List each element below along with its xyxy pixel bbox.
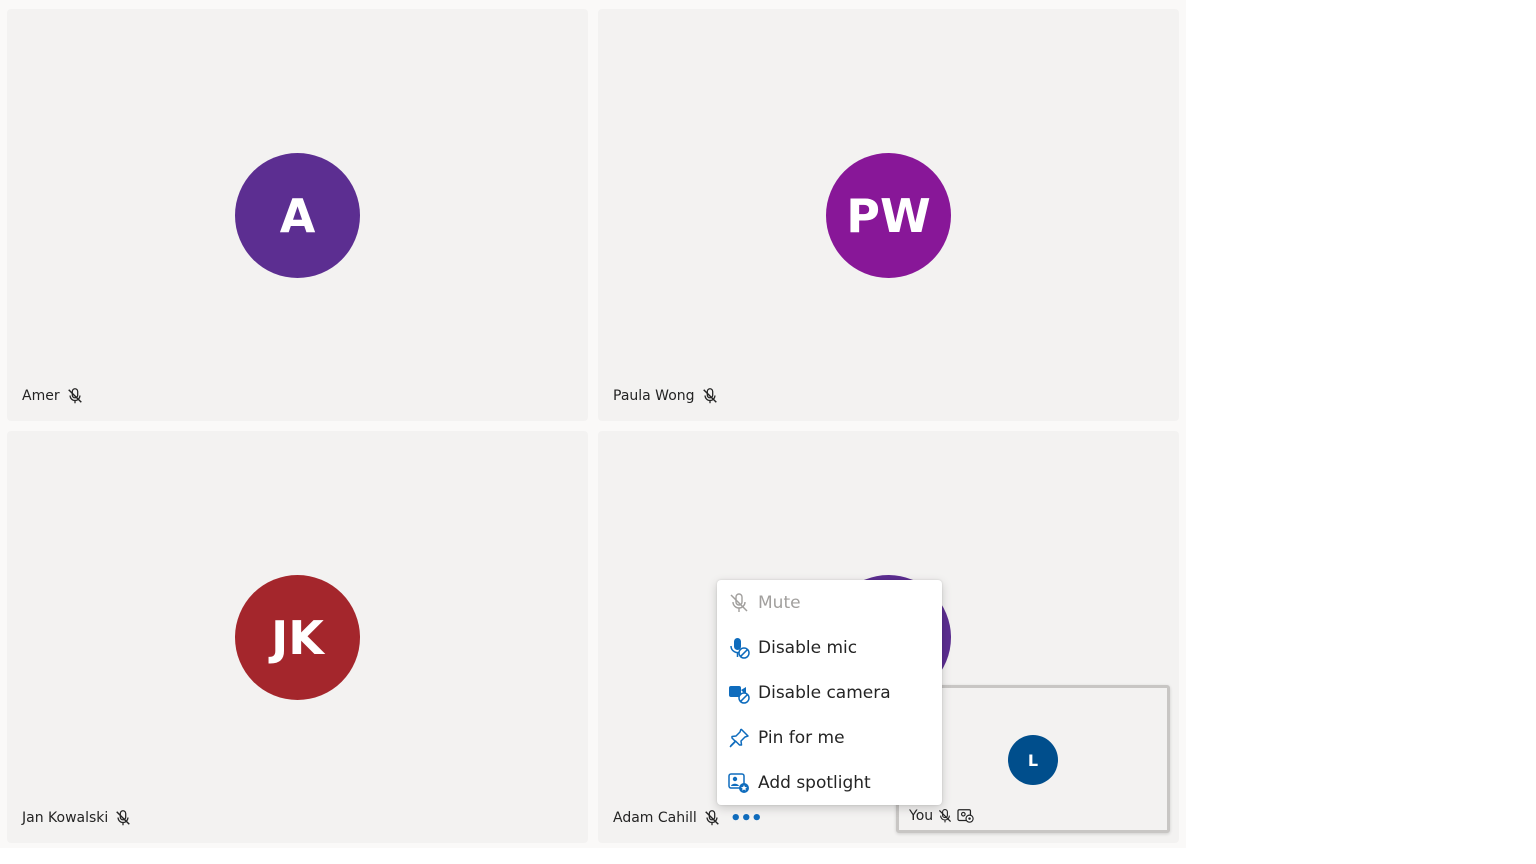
menu-item-label: Disable camera [758, 682, 891, 703]
participant-nameplate: Adam Cahill ••• [613, 807, 763, 829]
participant-name: Jan Kowalski [22, 810, 109, 826]
mic-off-icon [939, 809, 952, 823]
avatar: PW [826, 153, 951, 278]
menu-item-mute[interactable]: Mute [717, 580, 942, 625]
participant-name: Paula Wong [613, 388, 695, 404]
participant-nameplate: Jan Kowalski [22, 807, 132, 829]
mic-off-icon [702, 388, 717, 404]
menu-item-add-spotlight[interactable]: Add spotlight [717, 760, 942, 805]
participant-name: Amer [22, 388, 60, 404]
mic-off-icon [704, 810, 719, 826]
pin-icon [729, 727, 749, 748]
menu-item-disable-camera[interactable]: Disable camera [717, 670, 942, 715]
camera-blocked-icon [729, 685, 750, 704]
self-nameplate: You [909, 808, 975, 824]
spotlight-status-icon [957, 809, 974, 823]
menu-item-label: Pin for me [758, 727, 845, 748]
self-avatar: L [1008, 735, 1058, 785]
participant-name: Adam Cahill [613, 810, 697, 826]
participant-context-menu: Mute Disable mic Disable camera Pin for … [717, 580, 942, 805]
mic-off-icon [116, 810, 131, 826]
avatar: A [235, 153, 360, 278]
self-label: You [909, 808, 934, 824]
video-tile-jan-kowalski[interactable]: JK Jan Kowalski [7, 431, 588, 843]
menu-item-pin-for-me[interactable]: Pin for me [717, 715, 942, 760]
video-tile-paula-wong[interactable]: PW Paula Wong [598, 9, 1179, 421]
menu-item-disable-mic[interactable]: Disable mic [717, 625, 942, 670]
spotlight-icon [728, 772, 749, 793]
menu-item-label: Add spotlight [758, 772, 871, 793]
menu-item-label: Mute [758, 592, 801, 613]
participant-nameplate: Amer [22, 385, 84, 407]
mic-off-icon [67, 388, 82, 404]
menu-item-label: Disable mic [758, 637, 858, 658]
mic-off-icon [730, 592, 748, 612]
mic-blocked-icon [730, 637, 750, 659]
video-tile-amer[interactable]: A Amer [7, 9, 588, 421]
more-options-button[interactable]: ••• [730, 807, 763, 829]
participant-nameplate: Paula Wong [613, 385, 719, 407]
avatar: JK [235, 575, 360, 700]
